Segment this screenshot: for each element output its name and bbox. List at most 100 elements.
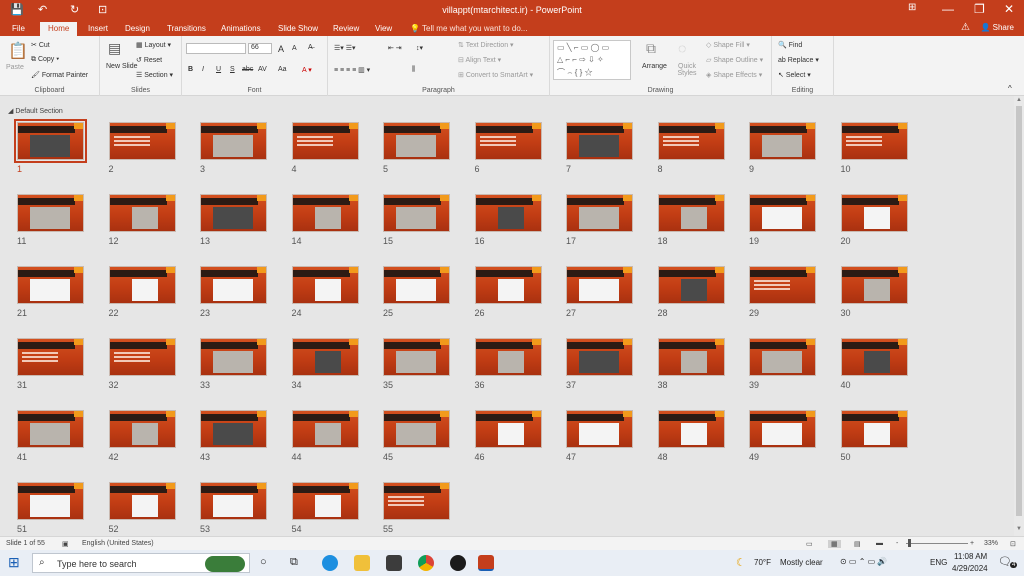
clock-time[interactable]: 11:08 AM <box>954 552 987 561</box>
new-slide-button[interactable]: New Slide <box>106 63 138 70</box>
shape-fill-button[interactable]: ◇ Shape Fill ▾ <box>706 41 750 49</box>
slide-thumbnail[interactable]: 17 <box>566 194 633 246</box>
language-indicator[interactable]: ENG <box>930 558 947 567</box>
arrange-button[interactable]: Arrange <box>642 63 667 70</box>
new-slide-icon[interactable]: ▤ <box>108 40 121 57</box>
slide-thumbnail[interactable]: 21 <box>17 266 84 318</box>
slide-thumbnail[interactable]: 13 <box>200 194 267 246</box>
section-header[interactable]: ◢ Default Section <box>8 107 63 115</box>
cortana-icon[interactable]: ○ <box>260 556 267 568</box>
replace-button[interactable]: ab Replace ▾ <box>778 56 819 64</box>
shrink-font-button[interactable]: A <box>292 45 297 52</box>
slide-thumbnail[interactable]: 49 <box>749 410 816 462</box>
zoom-slider-thumb[interactable] <box>908 539 911 547</box>
align-icons[interactable]: ≡ ≡ ≡ ≡ ▥ ▾ <box>334 66 370 74</box>
font-name-input[interactable] <box>186 43 246 54</box>
file-explorer-icon[interactable] <box>354 555 370 571</box>
align-text-button[interactable]: ⊟ Align Text ▾ <box>458 56 501 64</box>
slide-thumbnail[interactable]: 46 <box>474 410 542 462</box>
slide-thumbnail[interactable]: 48 <box>657 410 725 462</box>
scroll-thumb[interactable] <box>1016 106 1022 516</box>
slide-thumbnail[interactable]: 36 <box>474 338 542 390</box>
app-icon[interactable] <box>450 555 466 571</box>
weather-temp[interactable]: 70°F <box>754 558 771 567</box>
slide-thumbnail[interactable]: 14 <box>291 194 359 246</box>
slide-thumbnail[interactable]: 31 <box>17 338 84 390</box>
slide-thumbnail[interactable]: 15 <box>383 194 450 246</box>
text-direction-button[interactable]: ⇅ Text Direction ▾ <box>458 41 514 49</box>
normal-view-icon[interactable]: ▭ <box>806 540 813 548</box>
cut-button[interactable]: ✂ Cut <box>31 41 50 49</box>
slide-thumbnail[interactable]: 29 <box>749 266 816 318</box>
slide-thumbnail[interactable]: 2 <box>108 122 176 174</box>
change-case-button[interactable]: Aa <box>278 66 287 73</box>
shapes-gallery[interactable]: ▭ ╲ ⌐ ▭ ◯ ▭ △ ⌐ ⌐ ⇨ ⇩ ✧ ⌒ ⌢ { } ☆ <box>553 40 631 80</box>
tab-insert[interactable]: Insert <box>88 24 108 33</box>
slide-thumbnail[interactable]: 11 <box>17 194 84 246</box>
zoom-level[interactable]: 33% <box>984 540 998 547</box>
slide-thumbnail[interactable]: 24 <box>291 266 359 318</box>
share-button[interactable]: 👤 Share <box>980 23 1014 32</box>
slide-sorter-view-icon[interactable]: ▦ <box>828 540 841 548</box>
format-painter-button[interactable]: 🖌 Format Painter <box>31 71 88 79</box>
weather-desc[interactable]: Mostly clear <box>780 558 823 567</box>
shadow-text-button[interactable]: S <box>230 66 235 73</box>
line-spacing-icon[interactable]: ↕▾ <box>416 44 423 52</box>
slide-thumbnail[interactable]: 5 <box>383 122 450 174</box>
slide-thumbnail[interactable]: 53 <box>200 482 267 534</box>
find-button[interactable]: 🔍 Find <box>778 41 802 49</box>
tray-icons[interactable]: ⊙ ▭ ⌃ ▭ 🔊 <box>840 557 887 566</box>
slide-thumbnail[interactable]: 4 <box>291 122 359 174</box>
restore-button[interactable]: ❐ <box>974 2 985 16</box>
reset-button[interactable]: ↺ Reset <box>136 56 162 64</box>
slide-thumbnail[interactable]: 44 <box>291 410 359 462</box>
tab-file[interactable]: File <box>12 24 25 33</box>
tab-design[interactable]: Design <box>125 24 150 33</box>
slide-thumbnail[interactable]: 23 <box>200 266 267 318</box>
windows-start-icon[interactable]: ⊞ <box>8 554 20 571</box>
clear-formatting-icon[interactable]: A̶ <box>308 44 313 51</box>
slide-thumbnail[interactable]: 54 <box>291 482 359 534</box>
slide-thumbnail[interactable]: 10 <box>840 122 908 174</box>
zoom-in-button[interactable]: + <box>970 540 974 547</box>
font-size-input[interactable]: 66 <box>248 43 272 54</box>
slide-thumbnail[interactable]: 51 <box>17 482 84 534</box>
tab-review[interactable]: Review <box>333 24 359 33</box>
language-status[interactable]: English (United States) <box>82 540 154 547</box>
slide-thumbnail[interactable]: 3 <box>200 122 267 174</box>
slide-thumbnail[interactable]: 7 <box>566 122 633 174</box>
slide-thumbnail[interactable]: 50 <box>840 410 908 462</box>
slide-thumbnail[interactable]: 37 <box>566 338 633 390</box>
tab-home[interactable]: Home <box>40 22 78 36</box>
zoom-slider[interactable] <box>906 543 968 544</box>
edge-icon[interactable] <box>322 555 338 571</box>
slide-thumbnail[interactable]: 39 <box>749 338 816 390</box>
slide-thumbnail[interactable]: 26 <box>474 266 542 318</box>
slide-thumbnail[interactable]: 25 <box>383 266 450 318</box>
ribbon-display-options-icon[interactable]: ⊞ <box>908 2 916 13</box>
zoom-out-button[interactable]: - <box>896 540 898 547</box>
slide-thumbnail[interactable]: 6 <box>474 122 542 174</box>
slide-thumbnail[interactable]: 19 <box>749 194 816 246</box>
slide-thumbnail[interactable]: 41 <box>17 410 84 462</box>
powerpoint-taskbar-icon[interactable] <box>478 555 494 571</box>
slide-thumbnail[interactable]: 42 <box>108 410 176 462</box>
layout-button[interactable]: ▦ Layout ▾ <box>136 41 171 49</box>
slide-thumbnail[interactable]: 55 <box>383 482 450 534</box>
slide-thumbnail[interactable]: 47 <box>566 410 633 462</box>
spell-check-icon[interactable]: ▣ <box>62 540 69 548</box>
grow-font-button[interactable]: A <box>278 44 284 54</box>
tab-view[interactable]: View <box>375 24 392 33</box>
taskbar-search[interactable]: ⌕ Type here to search <box>32 553 250 573</box>
slide-thumbnail[interactable]: 33 <box>200 338 267 390</box>
fit-slide-icon[interactable]: ⊡ <box>1010 540 1016 548</box>
section-button[interactable]: ☰ Section ▾ <box>136 71 173 79</box>
reading-view-icon[interactable]: ▤ <box>854 540 861 548</box>
warning-icon[interactable]: ⚠ <box>961 22 970 33</box>
slide-thumbnail[interactable]: 22 <box>108 266 176 318</box>
tab-slide-show[interactable]: Slide Show <box>278 24 318 33</box>
close-button[interactable]: ✕ <box>1004 2 1014 16</box>
slide-thumbnail[interactable]: 40 <box>840 338 908 390</box>
font-color-button[interactable]: A ▾ <box>302 66 312 74</box>
slide-thumbnail[interactable]: 30 <box>840 266 908 318</box>
